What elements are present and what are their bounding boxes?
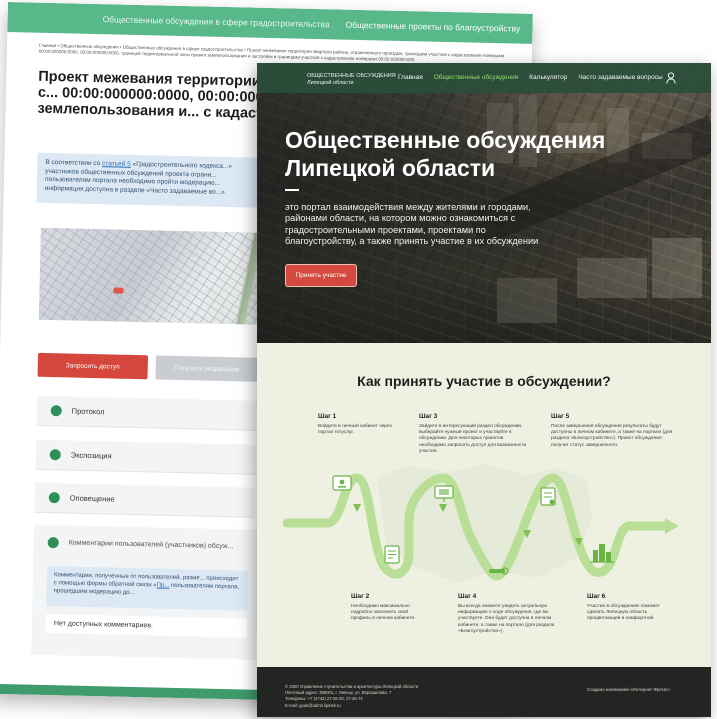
logo-line1: ОБЩЕСТВЕННЫЕ ОБСУЖДЕНИЯ (307, 73, 396, 79)
step-1-text: Войдите в личный кабинет через портал го… (318, 424, 392, 436)
no-comments-message: Нет доступных комментариев. (45, 614, 248, 638)
accordion-label: Оповещение (69, 493, 115, 504)
track-arrow-head (665, 518, 679, 534)
accordion-protocol[interactable]: Протокол (36, 395, 258, 431)
step-5-text: После завершения обсуждения результаты б… (551, 424, 673, 448)
participate-button[interactable]: Принять участие (285, 264, 357, 287)
step-3-title: Шаг 3 (419, 413, 438, 420)
hero-divider (285, 189, 299, 191)
feedback-link[interactable]: Пр... (157, 583, 170, 589)
city-icon (590, 544, 614, 563)
menu-item-calculator[interactable]: Калькулятор (529, 74, 567, 81)
landing-page: ОБЩЕСТВЕННЫЕ ОБСУЖДЕНИЯ Липецкой области… (257, 63, 711, 717)
accordion-exposition[interactable]: Экспозиция (35, 439, 257, 475)
menu-item-faq[interactable]: Часто задаваемые вопросы (578, 74, 662, 81)
comments-section: Комментарии пользователей (участников) о… (31, 524, 260, 660)
step-5-title: Шаг 5 (551, 413, 570, 420)
document-icon (540, 487, 556, 506)
steps-track (282, 464, 679, 583)
step-4-text: Вы всегда сможете увидеть актуальную инф… (458, 604, 555, 634)
info-prefix: В соответствии со (45, 158, 103, 168)
menu-item-home[interactable]: Главная (398, 74, 423, 81)
moderation-button[interactable]: Получить модерацию (155, 355, 258, 382)
hero-description: это портал взаимодействия между жителями… (285, 202, 539, 246)
footer-credit[interactable]: Создано компанией «Интернет-Фрегат» (587, 687, 670, 692)
hero-section: ОБЩЕСТВЕННЫЕ ОБСУЖДЕНИЯ Липецкой области… (257, 63, 711, 343)
top-navbar: ОБЩЕСТВЕННЫЕ ОБСУЖДЕНИЯ Липецкой области… (257, 63, 711, 93)
nav-improvement-projects[interactable]: Общественные проекты по благоустройству (345, 20, 520, 34)
comments-note: Комментарии, полученные от пользователей… (46, 566, 249, 611)
hero-title: Общественные обсуждения Липецкой области (285, 127, 606, 181)
accordion-dot-icon (47, 537, 59, 549)
accordion-dot-icon (50, 405, 62, 417)
logo-line2: Липецкой области (307, 79, 354, 86)
site-logo[interactable]: ОБЩЕСТВЕННЫЕ ОБСУЖДЕНИЯ Липецкой области (307, 73, 396, 86)
footer-email[interactable]: E-mail: guas@admlr.lipetsk.ru (285, 703, 418, 709)
accordion-dot-icon (48, 492, 60, 504)
main-menu: Главная Общественные обсуждения Калькуля… (398, 74, 663, 81)
back-top-nav: Общественные обсуждения в сфере градостр… (7, 2, 533, 44)
accordion-label: Экспозиция (70, 450, 112, 461)
step-2-text: Необходимо максимально подробно заполнит… (351, 604, 416, 622)
accordion-notification[interactable]: Оповещение (34, 482, 256, 518)
project-map[interactable] (38, 227, 266, 325)
comments-header[interactable]: Комментарии пользователей (участников) о… (33, 525, 259, 565)
user-icon[interactable] (666, 72, 676, 84)
menu-item-discussions[interactable]: Общественные обсуждения (434, 74, 519, 81)
site-footer: © 2020 Управление строительства и архите… (257, 667, 711, 717)
footer-contacts: © 2020 Управление строительства и архите… (285, 684, 418, 709)
step-3-text: Зайдите в интересующий раздел обсуждений… (419, 424, 527, 454)
comments-title: Комментарии пользователей (участников) о… (68, 539, 234, 551)
accordion-label: Протокол (71, 406, 105, 417)
nav-urban-planning[interactable]: Общественные обсуждения в сфере градостр… (103, 14, 330, 29)
info-notice: В соответствии со статьей 5 «Градостроит… (36, 152, 268, 208)
login-icon (332, 475, 352, 491)
article-link[interactable]: статьей 5 (102, 160, 131, 168)
breadcrumb[interactable]: Главная • Общественные обсуждения • Обще… (39, 43, 509, 66)
how-to-title: Как принять участие в обсуждении? (357, 373, 611, 389)
track-arrow-1 (353, 504, 361, 512)
step-6-text: Участие в обсуждениях поможет сделать Ли… (587, 604, 661, 622)
profile-form-icon (384, 545, 400, 564)
request-access-button[interactable]: Запросить доступ (37, 352, 149, 380)
step-1-title: Шаг 1 (318, 413, 337, 420)
accordion-dot-icon (49, 449, 61, 461)
screenshot-stage: Общественные обсуждения в сфере градостр… (0, 0, 717, 719)
map-pin-icon (113, 287, 124, 294)
